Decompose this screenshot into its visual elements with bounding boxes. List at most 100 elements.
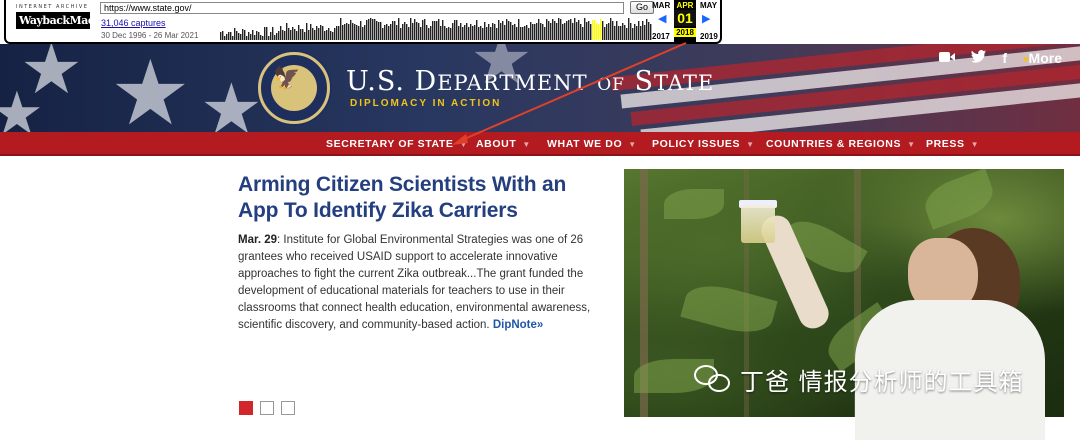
video-icon[interactable]	[939, 50, 956, 66]
capture-bar	[454, 20, 456, 40]
prev-month-label[interactable]: MAR	[652, 1, 670, 10]
capture-bar	[494, 24, 496, 40]
prev-arrow-icon[interactable]: ◀	[658, 12, 666, 25]
capture-bar	[574, 18, 576, 40]
capture-bar	[324, 31, 326, 40]
capture-bar	[572, 23, 574, 40]
nav-secretary-of-state[interactable]: SECRETARY OF STATE ▼	[326, 138, 468, 150]
capture-bar	[424, 19, 426, 40]
department-title[interactable]: U.S. DEPARTMENT OF STATE	[346, 66, 714, 97]
capture-bar	[506, 19, 508, 40]
capture-bar	[622, 23, 624, 40]
capture-bar	[628, 18, 630, 40]
nav-policy-issues[interactable]: POLICY ISSUES ▼	[652, 138, 755, 150]
flag-star: ★	[0, 80, 44, 133]
capture-bar	[516, 27, 518, 40]
capture-bar	[570, 19, 572, 40]
capture-bar	[356, 25, 358, 40]
capture-bar	[400, 28, 402, 40]
capture-bar	[450, 28, 452, 40]
nav-press[interactable]: PRESS ▼	[926, 138, 979, 150]
wayback-url-input[interactable]: https://www.state.gov/	[100, 2, 624, 14]
capture-bar	[394, 21, 396, 40]
next-year-label[interactable]: 2019	[700, 32, 718, 41]
capture-bar	[640, 26, 642, 40]
leaf	[680, 278, 778, 340]
capture-bar	[222, 31, 224, 40]
capture-bar	[612, 21, 614, 40]
prev-year-label[interactable]: 2017	[652, 32, 670, 41]
capture-bar	[500, 23, 502, 40]
capture-bar	[566, 21, 568, 40]
capture-bar	[522, 27, 524, 40]
capture-bar	[530, 22, 532, 40]
facebook-icon[interactable]: f	[1002, 50, 1007, 66]
capture-bar	[262, 36, 264, 40]
wayback-logo[interactable]: INTERNET ARCHIVE WaybackMachine	[16, 4, 120, 34]
capture-bar	[284, 31, 286, 40]
capture-bar	[228, 32, 230, 40]
chevron-down-icon: ▼	[628, 140, 637, 149]
next-arrow-icon[interactable]: ▶	[702, 12, 710, 25]
carousel-pager	[239, 401, 295, 415]
capture-bar	[328, 28, 330, 40]
twitter-icon[interactable]	[971, 50, 987, 66]
capture-bar	[364, 25, 366, 40]
capture-bar	[252, 30, 254, 40]
wayback-logo-main: WaybackMachine	[16, 12, 120, 29]
leaf	[664, 189, 724, 219]
capture-bar	[312, 28, 314, 40]
capture-bar	[512, 25, 514, 40]
next-month-label[interactable]: MAY	[700, 1, 717, 10]
capture-bar	[372, 19, 374, 40]
capture-bar	[430, 26, 432, 40]
capture-bar	[264, 27, 266, 40]
capture-bar	[508, 21, 510, 40]
capture-bar	[386, 24, 388, 40]
capture-bar	[250, 34, 252, 40]
capture-bar	[326, 30, 328, 40]
capture-bar	[342, 25, 344, 40]
article-headline[interactable]: Arming Citizen Scientists With an App To…	[238, 172, 598, 224]
capture-bar	[444, 26, 446, 40]
department-seal[interactable]: 🦅	[258, 52, 330, 124]
nav-what-we-do[interactable]: WHAT WE DO ▼	[547, 138, 637, 150]
capture-bar	[244, 30, 246, 40]
chevron-down-icon: ▼	[970, 140, 980, 149]
capture-bar	[260, 35, 262, 40]
capture-bar	[484, 22, 486, 40]
nav-countries-regions[interactable]: COUNTRIES & REGIONS ▼	[766, 138, 916, 150]
capture-bar	[320, 25, 322, 40]
capture-bar	[518, 19, 520, 40]
capture-bar	[238, 33, 240, 40]
capture-bar	[540, 23, 542, 40]
capture-bar	[442, 20, 444, 40]
capture-bar	[626, 28, 628, 40]
capture-bar	[526, 25, 528, 40]
capture-bar	[602, 21, 604, 40]
capture-bar	[498, 20, 500, 40]
capture-bar	[468, 27, 470, 40]
capture-bar	[256, 31, 258, 40]
capture-bar	[382, 28, 384, 40]
nav-about[interactable]: ABOUT ▼	[476, 138, 531, 150]
carousel-dot-3[interactable]	[281, 401, 295, 415]
dipnote-link[interactable]: DipNote»	[493, 319, 543, 331]
wayback-capture-sparkline[interactable]	[220, 16, 652, 40]
capture-bar	[336, 26, 338, 40]
carousel-dot-2[interactable]	[260, 401, 274, 415]
capture-bar	[338, 26, 340, 40]
current-capture-date: APR 01 2018	[674, 0, 696, 43]
wayback-captures-link[interactable]: 31,046 captures	[101, 18, 166, 28]
capture-bar	[510, 22, 512, 40]
capture-bar	[474, 25, 476, 40]
capture-bar	[322, 26, 324, 40]
capture-bar	[448, 27, 450, 40]
capture-bar	[492, 23, 494, 40]
more-menu[interactable]: ▾More	[1023, 50, 1062, 66]
capture-bar	[502, 21, 504, 40]
carousel-dot-1[interactable]	[239, 401, 253, 415]
capture-bar	[286, 23, 288, 40]
capture-bar	[240, 34, 242, 40]
capture-bar	[302, 29, 304, 40]
